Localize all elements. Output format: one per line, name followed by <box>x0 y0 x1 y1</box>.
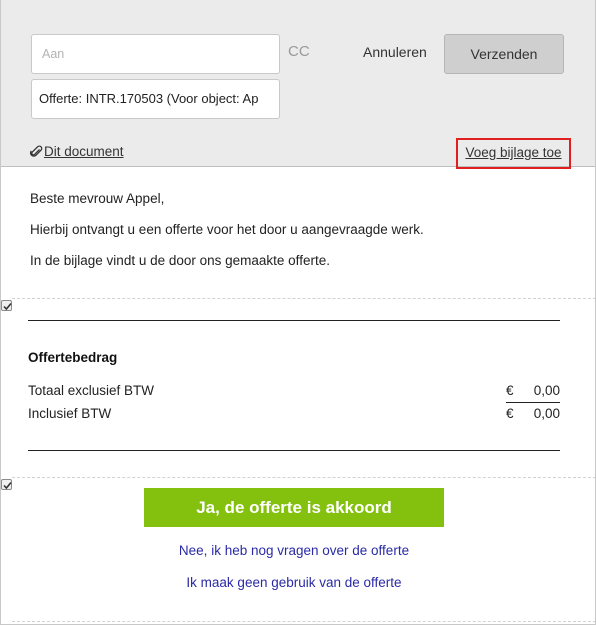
quote-row-currency: € <box>506 383 514 398</box>
message-line-2: In de bijlage vindt u de door ons gemaak… <box>30 253 330 268</box>
send-button[interactable]: Verzenden <box>444 34 564 74</box>
checkbox-checked-icon[interactable] <box>1 479 12 490</box>
add-attachment-link[interactable]: Voeg bijlage toe <box>456 138 571 169</box>
checkbox-checked-icon[interactable] <box>1 300 12 311</box>
cancel-button[interactable]: Annuleren <box>363 44 427 60</box>
quote-top-rule <box>28 320 560 321</box>
section-divider <box>12 621 596 622</box>
questions-link[interactable]: Nee, ik heb nog vragen over de offerte <box>0 543 588 558</box>
accept-quote-button[interactable]: Ja, de offerte is akkoord <box>144 488 444 527</box>
quote-row-label: Totaal exclusief BTW <box>28 383 155 398</box>
sum-rule <box>506 402 560 403</box>
document-link-label: Dit document <box>44 144 124 159</box>
to-field[interactable]: Aan <box>31 34 280 74</box>
document-link[interactable]: Dit document <box>29 144 124 159</box>
decline-link[interactable]: Ik maak geen gebruik van de offerte <box>0 575 588 590</box>
quote-row-currency: € <box>506 406 514 421</box>
section-divider <box>12 477 596 478</box>
quote-row-label: Inclusief BTW <box>28 406 112 421</box>
cc-toggle[interactable]: CC <box>288 43 310 60</box>
message-line-1: Hierbij ontvangt u een offerte voor het … <box>30 222 424 237</box>
compose-header: Aan Offerte: INTR.170503 (Voor object: A… <box>0 0 596 169</box>
quote-title: Offertebedrag <box>28 350 118 365</box>
quote-row-value: 0,00 <box>533 406 560 421</box>
subject-field[interactable]: Offerte: INTR.170503 (Voor object: Ap <box>31 79 280 119</box>
quote-row-value: 0,00 <box>533 383 560 398</box>
quote-bottom-rule <box>28 450 560 451</box>
greeting-text: Beste mevrouw Appel, <box>30 191 165 206</box>
paperclip-icon <box>29 145 43 158</box>
section-divider <box>12 298 596 299</box>
